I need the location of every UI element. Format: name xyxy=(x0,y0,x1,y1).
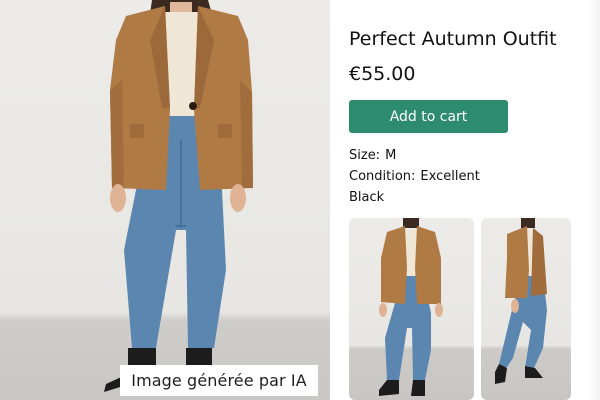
size-attribute: Size: M xyxy=(349,148,396,163)
product-thumbnail-1[interactable] xyxy=(349,218,474,400)
size-label: Size: xyxy=(349,148,381,163)
product-page: Image générée par IA Perfect Autumn Outf… xyxy=(0,0,600,400)
ai-generated-badge: Image générée par IA xyxy=(120,365,318,396)
add-to-cart-button[interactable]: Add to cart xyxy=(349,100,508,133)
condition-attribute: Condition: Excellent xyxy=(349,169,480,184)
product-title: Perfect Autumn Outfit xyxy=(349,28,557,50)
condition-label: Condition: xyxy=(349,169,416,184)
main-product-image[interactable]: Image générée par IA xyxy=(0,0,330,400)
outfit-front-photo-icon xyxy=(379,218,443,396)
color-attribute: Black xyxy=(349,190,384,205)
color-value: Black xyxy=(349,190,385,205)
model-figure-illustration xyxy=(104,0,253,392)
condition-value: Excellent xyxy=(420,169,480,184)
page-edge xyxy=(588,0,600,400)
product-thumbnail-2[interactable] xyxy=(481,218,571,400)
outfit-side-photo-icon xyxy=(495,218,547,384)
product-price: €55.00 xyxy=(349,63,416,85)
size-value: M xyxy=(385,148,397,163)
